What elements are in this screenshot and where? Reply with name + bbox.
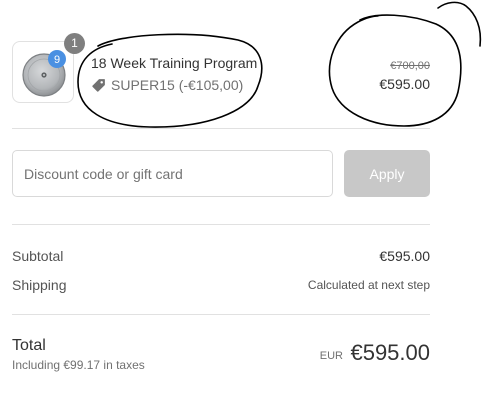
- line-item-price: €595.00: [379, 76, 430, 92]
- divider: [12, 224, 430, 225]
- subtotal-label: Subtotal: [12, 248, 64, 264]
- product-image-icon: 9: [22, 50, 66, 97]
- product-title: 18 Week Training Program: [91, 55, 258, 71]
- divider: [12, 314, 430, 315]
- applied-discount: SUPER15 (-€105,00): [91, 77, 243, 93]
- annotation-scribble-corner: [437, 1, 482, 47]
- subtotal-value: €595.00: [379, 248, 430, 264]
- total-label: Total: [12, 337, 46, 354]
- apply-button[interactable]: Apply: [344, 150, 430, 197]
- discount-code-input[interactable]: [12, 150, 333, 197]
- tag-icon: [92, 78, 105, 92]
- tax-note: Including €99.17 in taxes: [12, 358, 145, 372]
- grand-total: €595.00: [350, 340, 430, 365]
- discount-code-label: SUPER15 (-€105,00): [111, 77, 244, 93]
- thumbnail-badge-number: 9: [54, 54, 60, 66]
- shipping-value: Calculated at next step: [307, 278, 430, 292]
- quantity-badge: 1: [64, 33, 85, 54]
- divider: [12, 128, 430, 129]
- original-price: €700,00: [390, 60, 430, 72]
- order-summary: 9 1 18 Week Training Program SUPER15 (-€…: [0, 0, 484, 403]
- product-thumbnail: 9: [12, 41, 74, 103]
- shipping-label: Shipping: [12, 277, 67, 293]
- currency-code: EUR: [319, 350, 343, 362]
